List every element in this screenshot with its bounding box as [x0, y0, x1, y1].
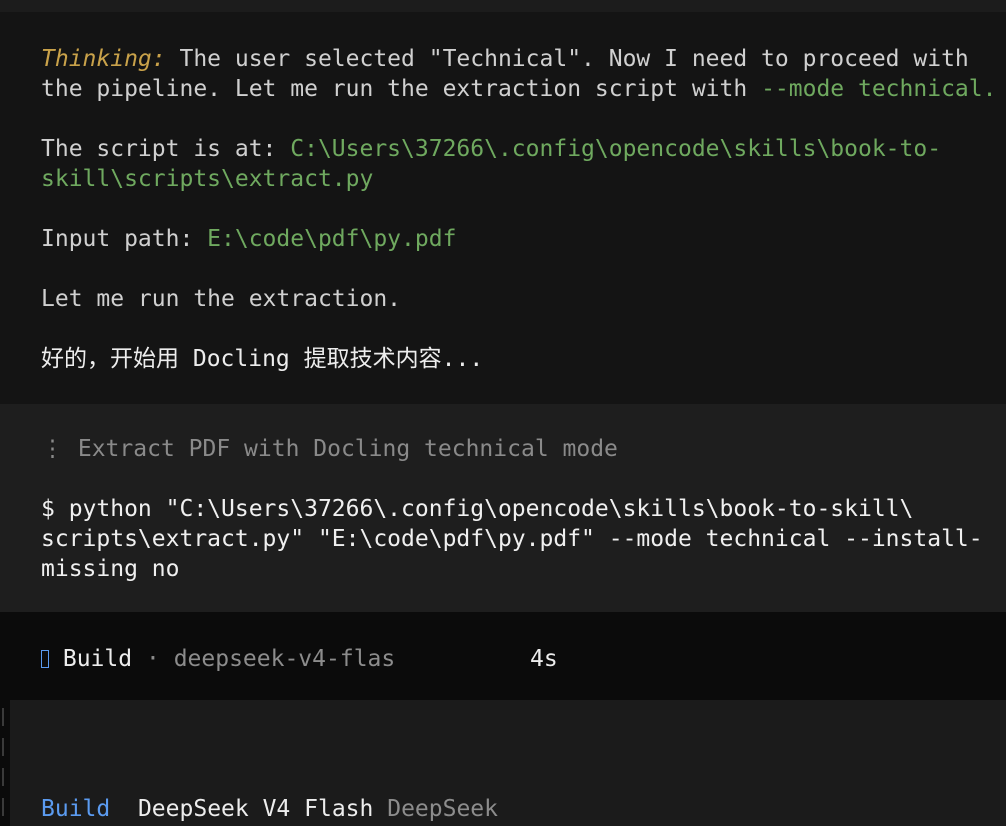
prompt-rail: [0, 700, 10, 826]
thinking-label: Thinking:: [41, 46, 166, 72]
status-duration-wrap: 4s: [530, 644, 558, 674]
run-text: Let me run the extraction.: [41, 286, 402, 312]
rail-mark: [2, 738, 4, 756]
thinking-text-1: The user selected "Technical". Now I nee…: [165, 46, 969, 72]
input-line: Input path: E:\code\pdf\py.pdf: [41, 224, 456, 254]
status-line: Build · deepseek-v4-flas: [41, 644, 395, 674]
command-line-1: $ python "C:\Users\37266\.config\opencod…: [41, 494, 913, 524]
status-separator: ·: [145, 646, 160, 672]
run-line: Let me run the extraction.: [41, 284, 401, 314]
status-model: deepseek-v4-flas: [173, 646, 396, 672]
prompt-status-line: Build DeepSeek V4 Flash DeepSeek: [41, 794, 498, 824]
assistant-message: 好的，开始用 Docling 提取技术内容...: [41, 344, 483, 374]
command-line-2: scripts\extract.py" "E:\code\pdf\py.pdf"…: [41, 524, 983, 554]
terminal-screen: Thinking: The user selected "Technical".…: [0, 0, 1006, 826]
top-strip: [0, 0, 1006, 12]
rail-mark: [2, 798, 4, 816]
thinking-line-2: the pipeline. Let me run the extraction …: [41, 74, 996, 104]
assistant-ellipsis: ...: [441, 346, 484, 372]
script-line-1: The script is at: C:\Users\37266\.config…: [41, 134, 941, 164]
prompt-model[interactable]: DeepSeek V4 Flash: [138, 796, 373, 822]
prompt-provider: DeepSeek: [387, 796, 498, 822]
mode-flag: --mode technical.: [761, 76, 997, 102]
assistant-text: 好的，开始用 Docling 提取技术内容: [41, 346, 442, 372]
thinking-text-2: the pipeline. Let me run the extraction …: [41, 76, 762, 102]
command-text-2: scripts\extract.py" "E:\code\pdf\py.pdf"…: [41, 526, 983, 552]
thinking-line-1: Thinking: The user selected "Technical".…: [41, 44, 969, 74]
prompt-agent[interactable]: Build: [41, 796, 110, 822]
script-line-2: skill\scripts\extract.py: [41, 164, 373, 194]
status-agent: Build: [62, 646, 133, 672]
command-text-3: missing no: [41, 556, 180, 582]
rail-mark: [2, 768, 4, 786]
status-duration: 4s: [530, 646, 558, 672]
input-path: E:\code\pdf\py.pdf: [207, 226, 457, 252]
build-glyph-icon: [41, 650, 49, 668]
tool-title-line: ⋮ Extract PDF with Docling technical mod…: [41, 434, 618, 464]
rail-mark: [2, 708, 4, 726]
input-label: Input path:: [41, 226, 208, 252]
tool-title: Extract PDF with Docling technical mode: [77, 436, 618, 462]
command-text-1: $ python "C:\Users\37266\.config\opencod…: [41, 496, 914, 522]
script-path-part-2: skill\scripts\extract.py: [41, 166, 374, 192]
script-path-part-1: C:\Users\37266\.config\opencode\skills\b…: [290, 136, 942, 162]
command-line-3: missing no: [41, 554, 179, 584]
script-label: The script is at:: [41, 136, 291, 162]
tool-menu-icon: ⋮: [41, 436, 64, 462]
